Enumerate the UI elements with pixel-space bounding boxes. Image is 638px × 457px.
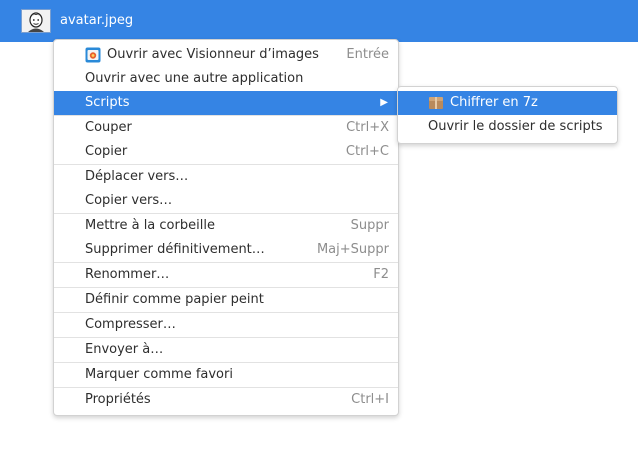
menu-item-marquer-comme-favori[interactable]: Marquer comme favori [54, 363, 398, 387]
menu-item-label: Déplacer vers… [85, 169, 189, 184]
menu-item-proprietes[interactable]: Propriétés Ctrl+I [54, 388, 398, 412]
menu-item-copier[interactable]: Copier Ctrl+C [54, 140, 398, 164]
menu-item-label: Mettre à la corbeille [85, 218, 215, 233]
menu-item-label: Ouvrir avec une autre application [85, 71, 304, 86]
menu-item-scripts[interactable]: Scripts ▶ [54, 91, 398, 115]
menu-item-label: Scripts [85, 95, 130, 110]
menu-item-deplacer-vers[interactable]: Déplacer vers… [54, 165, 398, 189]
submenu-item-label: Ouvrir le dossier de scripts [428, 119, 603, 134]
menu-item-shortcut: Suppr [350, 218, 389, 233]
menu-item-label: Ouvrir avec Visionneur d’images [107, 47, 319, 62]
file-name-label[interactable]: avatar.jpeg [60, 12, 133, 30]
menu-item-ouvrir-avec-une-autre-application[interactable]: Ouvrir avec une autre application [54, 67, 398, 91]
menu-item-definir-comme-papier-peint[interactable]: Définir comme papier peint [54, 288, 398, 312]
scripts-submenu: Chiffrer en 7z Ouvrir le dossier de scrip… [397, 86, 618, 144]
menu-item-label: Couper [85, 120, 132, 135]
menu-item-envoyer-a[interactable]: Envoyer à… [54, 338, 398, 362]
menu-item-shortcut: Ctrl+I [351, 392, 389, 407]
context-menu: Ouvrir avec Visionneur d’images Entrée Ouv… [53, 39, 399, 416]
menu-item-label: Supprimer définitivement… [85, 242, 265, 257]
menu-item-label: Propriétés [85, 392, 151, 407]
selected-file-row[interactable]: avatar.jpeg [0, 0, 638, 42]
menu-item-mettre-a-la-corbeille[interactable]: Mettre à la corbeille Suppr [54, 214, 398, 238]
menu-item-label: Copier [85, 144, 128, 159]
menu-item-compresser[interactable]: Compresser… [54, 313, 398, 337]
menu-item-label: Envoyer à… [85, 342, 164, 357]
package-icon [428, 95, 444, 111]
menu-item-ouvrir-avec-visionneur-d-images[interactable]: Ouvrir avec Visionneur d’images Entrée [54, 43, 398, 67]
menu-item-copier-vers[interactable]: Copier vers… [54, 189, 398, 213]
submenu-item-label: Chiffrer en 7z [450, 95, 538, 110]
submenu-item-ouvrir-le-dossier-de-scripts[interactable]: Ouvrir le dossier de scripts [398, 115, 617, 139]
menu-item-shortcut: Entrée [346, 47, 389, 62]
menu-item-shortcut: Ctrl+C [345, 144, 389, 159]
submenu-item-chiffrer-en-7z[interactable]: Chiffrer en 7z [398, 91, 617, 115]
menu-item-label: Copier vers… [85, 193, 173, 208]
menu-item-supprimer-definitivement[interactable]: Supprimer définitivement… Maj+Suppr [54, 238, 398, 262]
menu-item-shortcut: F2 [373, 267, 389, 282]
menu-item-couper[interactable]: Couper Ctrl+X [54, 116, 398, 140]
menu-item-renommer[interactable]: Renommer… F2 [54, 263, 398, 287]
image-viewer-icon [85, 47, 101, 63]
menu-item-shortcut: Ctrl+X [346, 120, 389, 135]
menu-item-label: Renommer… [85, 267, 170, 282]
menu-item-label: Définir comme papier peint [85, 292, 264, 307]
submenu-arrow-icon: ▶ [380, 97, 388, 108]
menu-item-shortcut: Maj+Suppr [316, 242, 389, 257]
menu-item-label: Marquer comme favori [85, 367, 233, 382]
avatar-thumbnail-icon[interactable] [21, 9, 51, 33]
menu-item-label: Compresser… [85, 317, 176, 332]
